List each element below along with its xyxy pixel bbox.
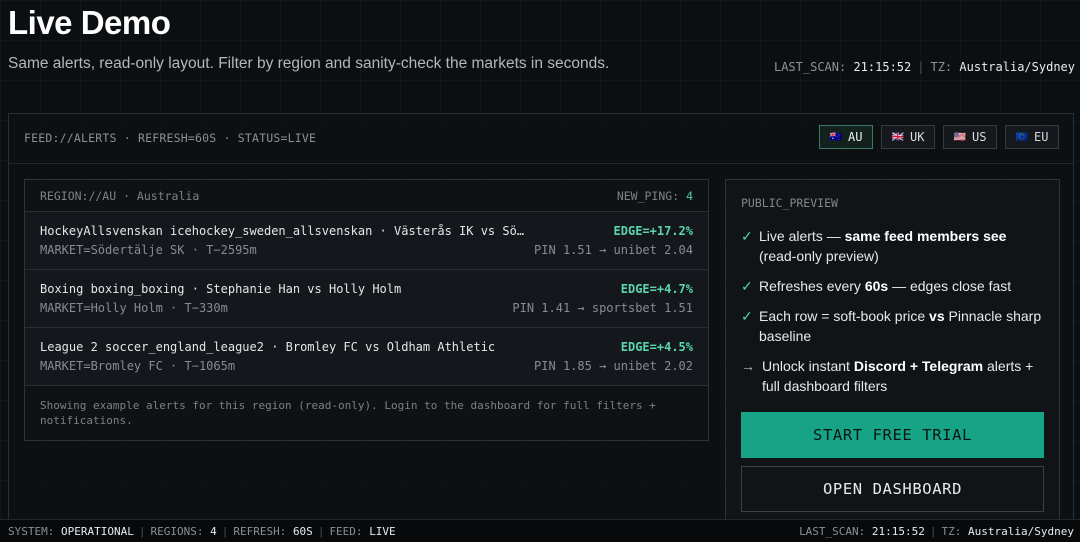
uk-flag-icon: 🇬🇧 — [891, 131, 904, 143]
feature-emphasis: vs — [929, 308, 945, 324]
region-label: US — [972, 130, 987, 144]
alert-row[interactable]: HockeyAllsvenskan icehockey_sweden_allsv… — [25, 212, 708, 270]
feature-text: — edges close fast — [888, 278, 1012, 294]
feature-item: → Unlock instant Discord + Telegram aler… — [741, 356, 1046, 396]
regions-label: REGIONS: — [150, 525, 204, 538]
alert-row[interactable]: Boxing boxing_boxing · Stephanie Han vs … — [25, 270, 708, 328]
readonly-note: Showing example alerts for this region (… — [40, 399, 656, 427]
status-bar-left: SYSTEM: OPERATIONAL | REGIONS: 4 | REFRESH: … — [8, 525, 396, 538]
new-ping-counter: NEW_PING: 4 — [617, 189, 693, 203]
check-icon: ✓ — [741, 278, 753, 294]
new-ping-label: NEW_PING: — [616, 189, 680, 203]
system-value: OPERATIONAL — [60, 525, 134, 538]
alert-match: HockeyAllsvenskan icehockey_sweden_allsv… — [40, 224, 525, 238]
preview-feature-list: ✓ Live alerts — same feed members see (r… — [741, 226, 1046, 406]
region-button-eu[interactable]: 🇪🇺 EU — [1005, 125, 1059, 149]
region-label: UK — [910, 130, 925, 144]
check-icon: ✓ — [741, 228, 753, 244]
alert-row[interactable]: League 2 soccer_england_league2 · Bromle… — [25, 328, 708, 386]
feature-item: ✓ Live alerts — same feed members see (r… — [741, 226, 1046, 266]
page-title: Live Demo — [8, 4, 171, 41]
new-ping-value: 4 — [686, 189, 693, 203]
system-label: SYSTEM: — [8, 525, 55, 538]
tz-value: Australia/Sydney — [968, 525, 1074, 538]
refresh-label: REFRESH: — [233, 525, 287, 538]
eu-flag-icon: 🇪🇺 — [1015, 131, 1028, 143]
feature-emphasis: same feed members see — [844, 228, 1007, 244]
header-scan-meta: LAST_SCAN: 21:15:52 | TZ: Australia/Sydney — [773, 60, 1075, 74]
region-button-us[interactable]: 🇺🇸 US — [943, 125, 997, 149]
public-preview-card: PUBLIC_PREVIEW ✓ Live alerts — same feed… — [725, 179, 1060, 539]
alert-odds: PIN 1.85 → unibet 2.02 — [534, 359, 693, 373]
alert-odds: PIN 1.41 → sportsbet 1.51 — [512, 301, 693, 315]
preview-title: PUBLIC_PREVIEW — [741, 196, 838, 210]
regions-value: 4 — [210, 525, 217, 538]
start-free-trial-button[interactable]: START FREE TRIAL — [741, 412, 1044, 458]
status-bar: SYSTEM: OPERATIONAL | REGIONS: 4 | REFRESH: … — [0, 519, 1080, 542]
feature-text: Unlock instant — [762, 358, 854, 374]
alerts-list: REGION://AU · Australia NEW_PING: 4 Hock… — [24, 179, 709, 441]
us-flag-icon: 🇺🇸 — [953, 131, 966, 143]
demo-panel: FEED://ALERTS · REFRESH=60S · STATUS=LIV… — [8, 113, 1074, 539]
feature-item: ✓ Each row = soft-book price vs Pinnacle… — [741, 306, 1046, 346]
region-filter: 🇦🇺 AU 🇬🇧 UK 🇺🇸 US 🇪🇺 EU — [819, 125, 1059, 149]
alert-edge: EDGE=+17.2% — [613, 224, 693, 238]
alert-edge: EDGE=+4.5% — [620, 340, 693, 354]
alert-match: Boxing boxing_boxing · Stephanie Han vs … — [40, 282, 402, 296]
status-bar-right: LAST_SCAN: 21:15:52 | TZ: Australia/Sydney — [799, 525, 1074, 538]
region-label: EU — [1034, 130, 1049, 144]
page-subtitle: Same alerts, read-only layout. Filter by… — [8, 55, 610, 72]
alert-odds: PIN 1.51 → unibet 2.04 — [534, 243, 693, 257]
alert-edge: EDGE=+4.7% — [620, 282, 693, 296]
tz-value: Australia/Sydney — [959, 60, 1075, 74]
feature-text: Live alerts — — [759, 228, 845, 244]
last-scan-label: LAST_SCAN: — [799, 525, 866, 538]
region-label: AU — [848, 130, 863, 144]
region-heading: REGION://AU · Australia — [40, 189, 200, 203]
arrow-right-icon: → — [741, 358, 755, 374]
region-button-au[interactable]: 🇦🇺 AU — [819, 125, 873, 149]
feature-text: Each row = soft-book price — [759, 308, 930, 324]
feed-label: FEED: — [329, 525, 363, 538]
last-scan-value: 21:15:52 — [853, 60, 912, 74]
alerts-header: REGION://AU · Australia NEW_PING: 4 — [25, 180, 708, 212]
alert-match: League 2 soccer_england_league2 · Bromle… — [40, 340, 496, 354]
open-dashboard-button[interactable]: OPEN DASHBOARD — [741, 466, 1044, 512]
alert-market: MARKET=Bromley FC · T−1065m — [40, 359, 236, 373]
tz-label: TZ: — [941, 525, 962, 538]
tz-label: TZ: — [930, 60, 953, 74]
feature-text: Refreshes every — [759, 278, 865, 294]
last-scan-value: 21:15:52 — [871, 525, 925, 538]
feature-item: ✓ Refreshes every 60s — edges close fast — [741, 276, 1046, 296]
au-flag-icon: 🇦🇺 — [829, 131, 842, 143]
feature-text: (read-only preview) — [759, 248, 879, 264]
alert-market: MARKET=Holly Holm · T−330m — [40, 301, 228, 315]
feature-emphasis: 60s — [864, 278, 889, 294]
refresh-value: 60S — [292, 525, 313, 538]
feed-value: LIVE — [369, 525, 396, 538]
last-scan-label: LAST_SCAN: — [773, 60, 847, 74]
alert-market: MARKET=Södertälje SK · T−2595m — [40, 243, 257, 257]
region-button-uk[interactable]: 🇬🇧 UK — [881, 125, 935, 149]
check-icon: ✓ — [741, 308, 753, 324]
feed-status-text: FEED://ALERTS · REFRESH=60S · STATUS=LIV… — [24, 131, 317, 145]
feed-bar: FEED://ALERTS · REFRESH=60S · STATUS=LIV… — [9, 114, 1073, 164]
feature-emphasis: Discord + Telegram — [853, 358, 984, 374]
